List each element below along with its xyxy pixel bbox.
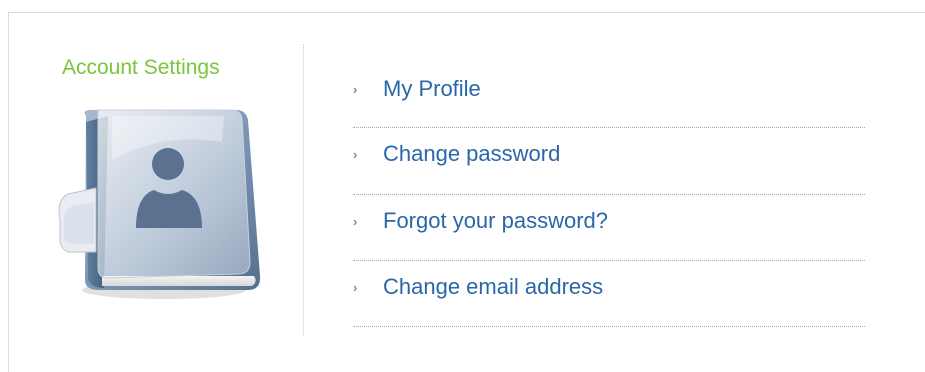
forgot-password-link[interactable]: Forgot your password?	[383, 208, 608, 234]
menu-item-change-password[interactable]: › Change password	[353, 128, 865, 195]
menu-item-change-email[interactable]: › Change email address	[353, 261, 865, 327]
menu-item-my-profile[interactable]: › My Profile	[353, 63, 865, 128]
menu-item-forgot-password[interactable]: › Forgot your password?	[353, 195, 865, 261]
change-password-link[interactable]: Change password	[383, 141, 560, 167]
chevron-right-icon: ›	[353, 82, 358, 97]
change-email-link[interactable]: Change email address	[383, 274, 603, 300]
account-menu: › My Profile › Change password › Forgot …	[353, 63, 865, 327]
chevron-right-icon: ›	[353, 280, 358, 295]
section-title: Account Settings	[62, 56, 220, 79]
vertical-divider	[303, 44, 304, 336]
chevron-right-icon: ›	[353, 214, 358, 229]
my-profile-link[interactable]: My Profile	[383, 76, 481, 102]
account-book-icon	[58, 109, 261, 299]
chevron-right-icon: ›	[353, 147, 358, 162]
